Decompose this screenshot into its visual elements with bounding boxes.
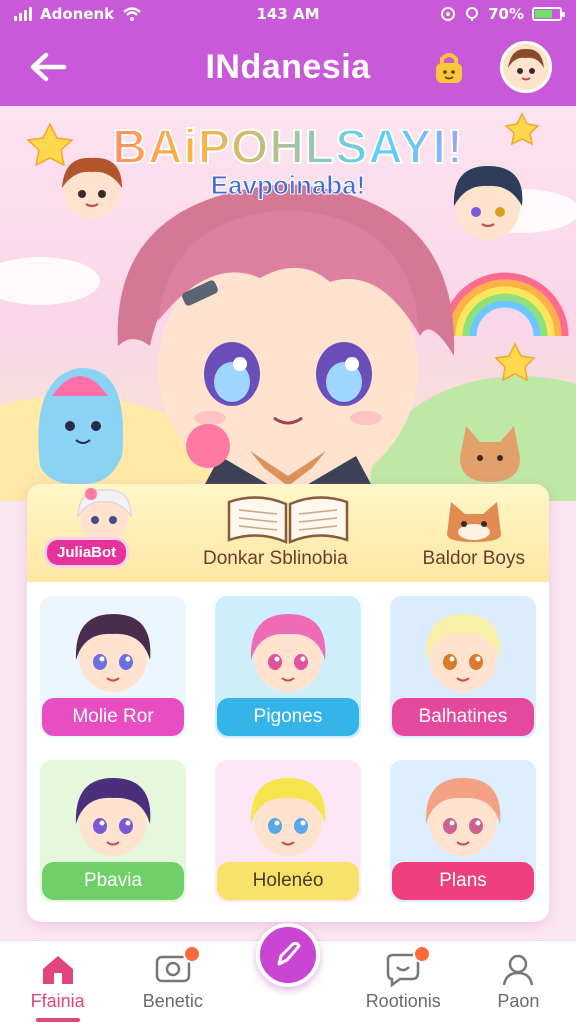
character-grid: Molie Ror Pigones Balhatines Pbavia Hole… <box>40 596 537 902</box>
nav-profile[interactable]: Paon <box>461 941 576 1024</box>
battery-icon <box>532 7 565 21</box>
content-panel: JuliaBot Donkar Sblinobia Baldor Boys Mo… <box>27 484 549 922</box>
lock-button[interactable] <box>430 48 468 86</box>
bottom-nav: Ffainia Benetic Rootionis Paon <box>0 923 576 1024</box>
category-tab-1[interactable]: JuliaBot <box>44 537 130 568</box>
open-book-icon <box>227 496 349 544</box>
nav-home-label: Ffainia <box>30 991 85 1011</box>
category-tab-3[interactable]: Baldor Boys <box>423 548 525 570</box>
nav-profile-label: Paon <box>497 991 540 1011</box>
avatar[interactable] <box>500 41 552 93</box>
nav-chat-label: Benetic <box>142 991 203 1011</box>
app-header: INdanesia <box>0 28 576 106</box>
cat-icon <box>447 502 501 542</box>
status-bar: Adonenk 143 AM 70% <box>0 0 576 28</box>
category-bar: JuliaBot Donkar Sblinobia Baldor Boys <box>27 484 549 582</box>
character-portrait <box>425 778 501 856</box>
signal-icon <box>14 7 32 21</box>
profile-icon <box>503 954 534 986</box>
avatar-character-icon <box>508 48 544 87</box>
notification-badge <box>413 945 432 963</box>
character-name: Pbavia <box>42 862 184 900</box>
lock-icon <box>436 53 462 83</box>
nav-home[interactable]: Ffainia <box>0 941 115 1024</box>
character-card[interactable]: Holenéo <box>215 760 361 902</box>
nav-messages[interactable]: Rootionis <box>346 941 461 1024</box>
wifi-icon <box>123 7 141 21</box>
character-portrait <box>250 614 326 692</box>
character-card[interactable]: Plans <box>390 760 536 902</box>
character-card[interactable]: Pigones <box>215 596 361 738</box>
nav-chat[interactable]: Benetic <box>115 941 230 1024</box>
character-card[interactable]: Molie Ror <box>40 596 186 738</box>
nav-messages-label: Rootionis <box>365 991 441 1011</box>
battery-percent: 70% <box>488 5 524 23</box>
carrier-name: Adonenk <box>40 5 115 23</box>
location-icon <box>466 7 479 21</box>
nav-center <box>230 923 345 1024</box>
character-name: Plans <box>392 862 534 900</box>
character-name: Pigones <box>217 698 359 736</box>
pencil-icon <box>277 941 301 966</box>
home-icon <box>42 956 73 984</box>
character-name: Molie Ror <box>42 698 184 736</box>
character-portrait <box>250 778 326 856</box>
hero-banner: BAiPOHLSAYI! Eavpoinaba! <box>0 106 576 501</box>
hero-title: BAiPOHLSAYI! <box>0 120 576 175</box>
character-name: Holenéo <box>217 862 359 900</box>
back-button[interactable] <box>24 43 72 91</box>
character-card[interactable]: Balhatines <box>390 596 536 738</box>
character-portrait <box>75 778 151 856</box>
category-tab-2[interactable]: Donkar Sblinobia <box>203 548 348 570</box>
compose-button[interactable] <box>256 923 320 987</box>
hero-subtitle: Eavpoinaba! <box>210 170 366 201</box>
chibi-head-icon <box>77 488 132 542</box>
arrow-left-icon <box>30 52 67 82</box>
notification-badge <box>182 945 201 963</box>
character-portrait <box>425 614 501 692</box>
alarm-icon <box>441 7 456 21</box>
character-card[interactable]: Pbavia <box>40 760 186 902</box>
character-portrait <box>75 614 151 692</box>
character-name: Balhatines <box>392 698 534 736</box>
